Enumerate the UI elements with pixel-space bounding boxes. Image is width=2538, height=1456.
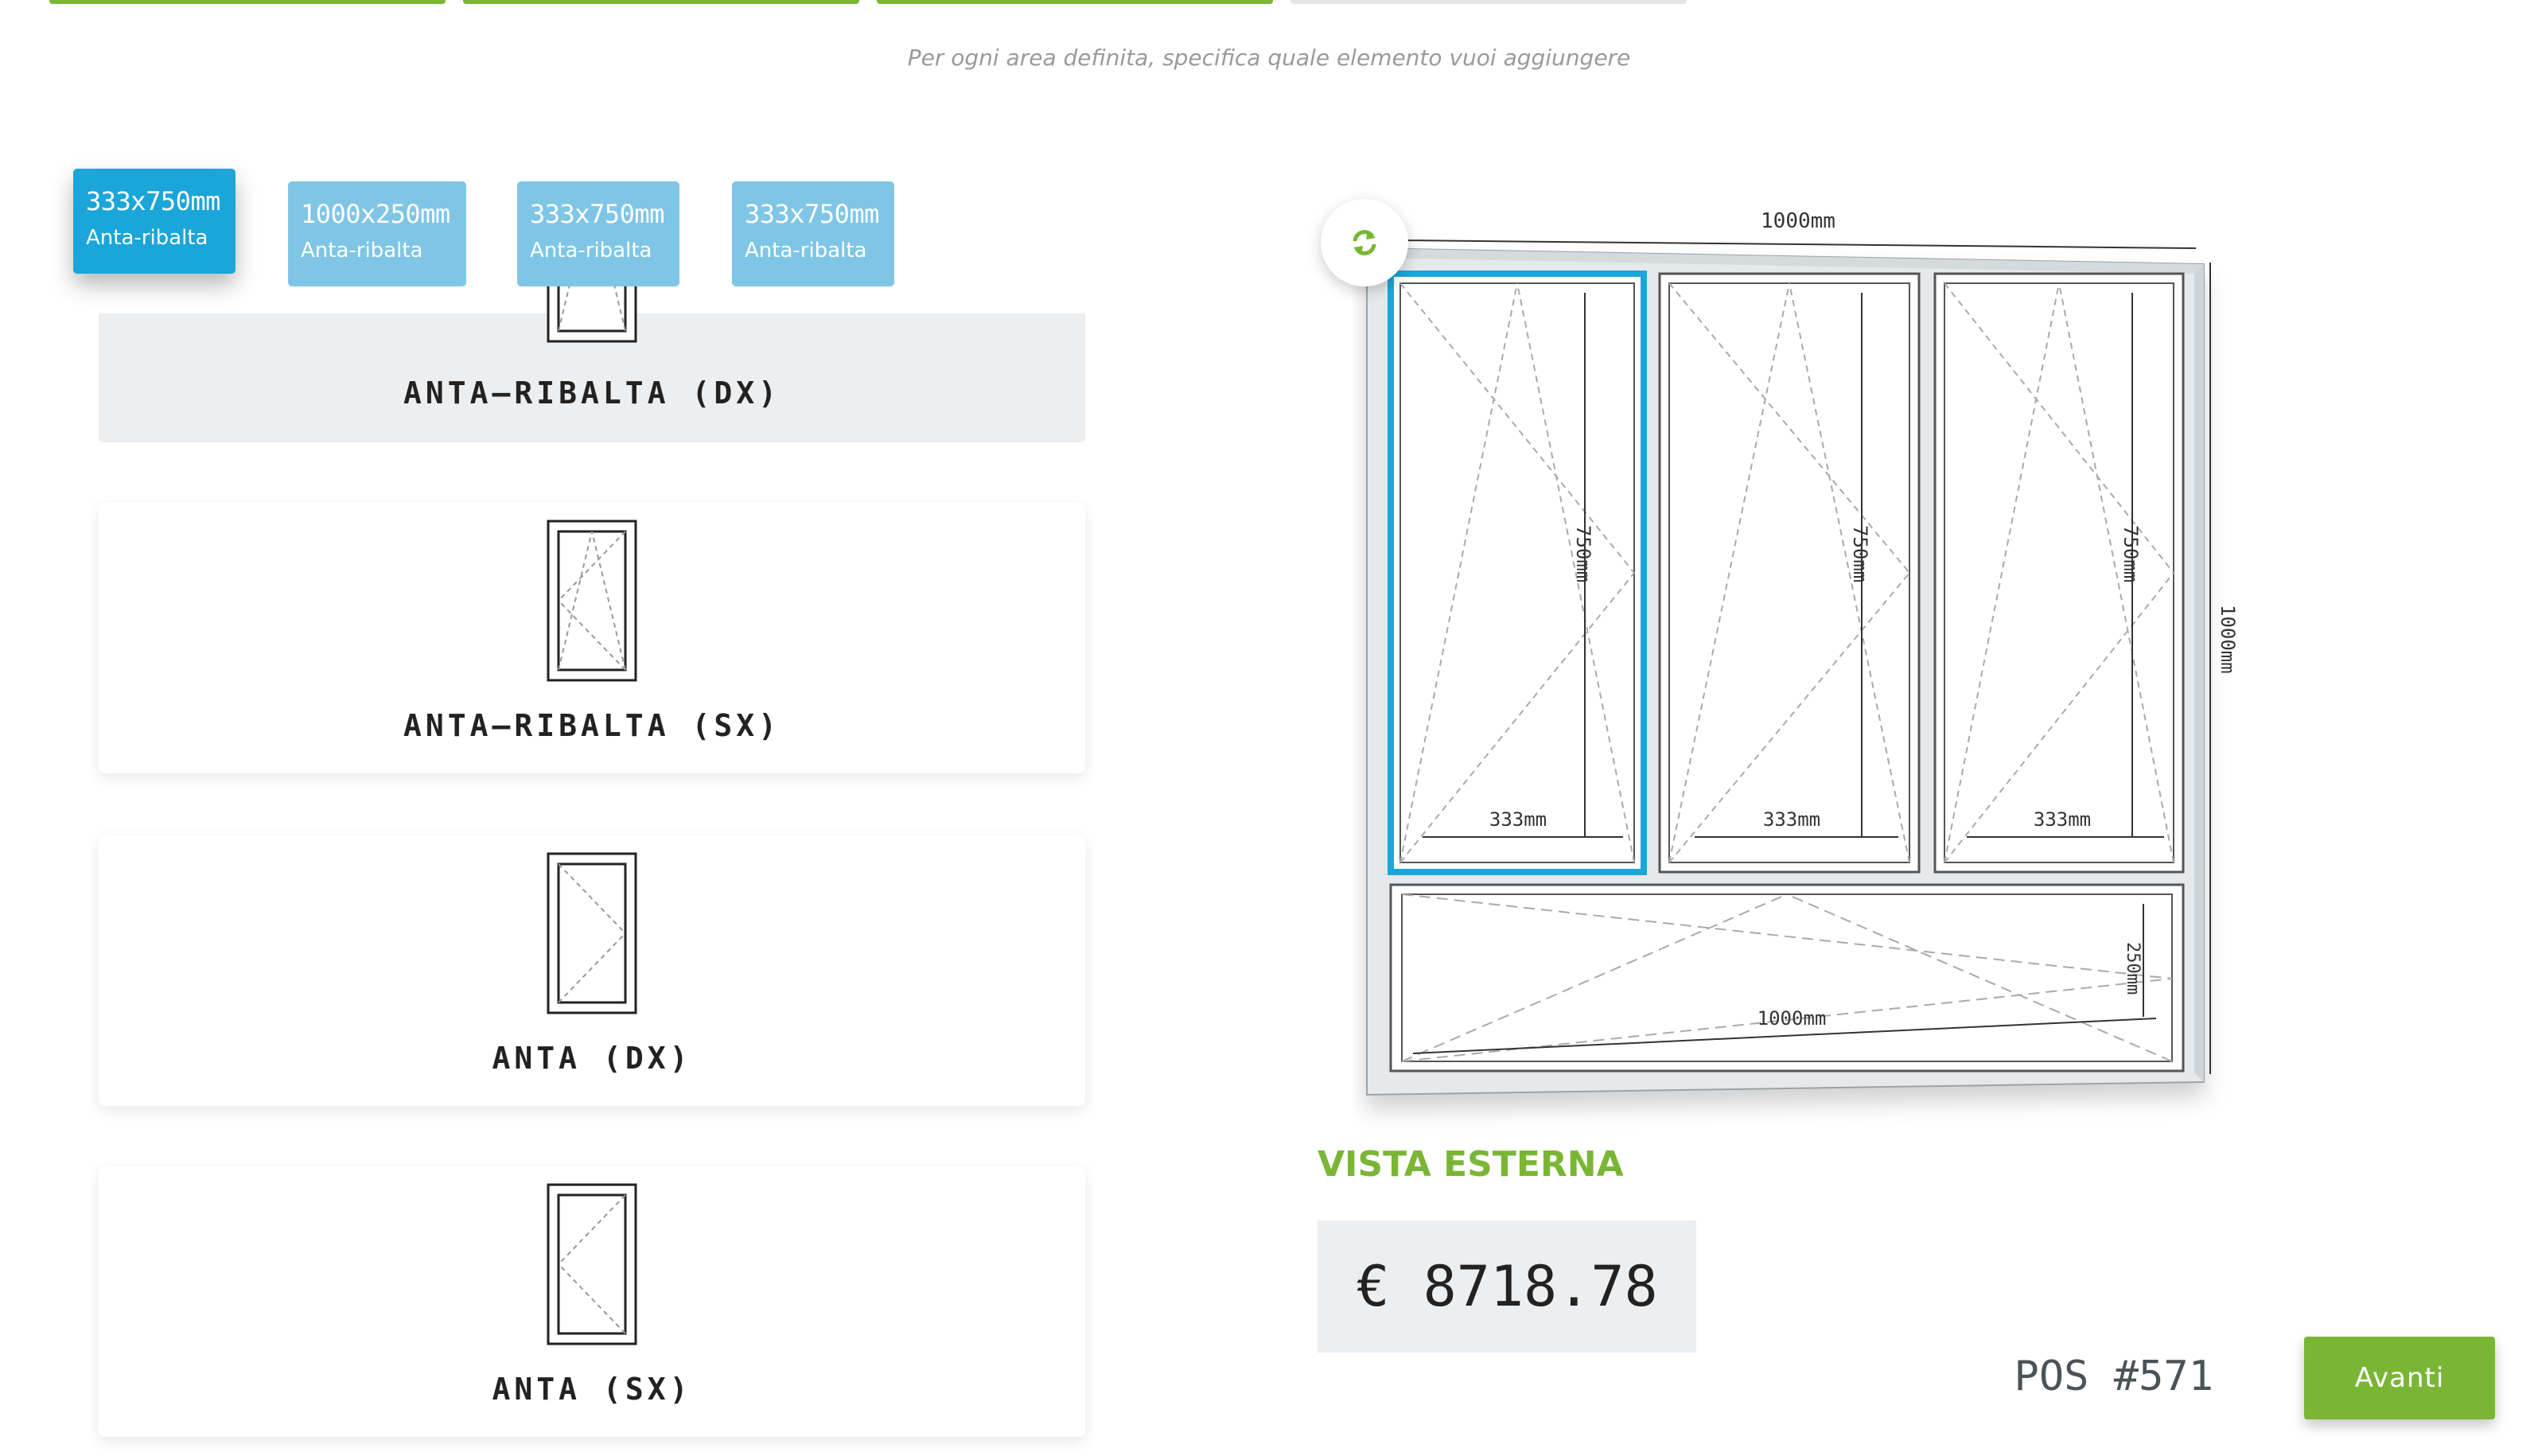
anta-sx-icon <box>547 1183 637 1345</box>
view-label: VISTA ESTERNA <box>1318 1144 1624 1185</box>
area-tab-type: Anta-ribalta <box>301 239 423 263</box>
area-tab-dimension: 333x750mm <box>86 186 220 216</box>
pane-height-label: 750mm <box>1572 525 1594 582</box>
anta-ribalta-sx-icon <box>547 520 637 682</box>
refresh-icon <box>1353 230 1376 255</box>
area-tab-type: Anta-ribalta <box>530 239 652 263</box>
window-preview: 1000mm 1000mm 333mm 750mm 333mm 750mm 33… <box>1366 209 2239 1096</box>
area-tab-dimension: 1000x250mm <box>301 199 450 229</box>
pane-height-label: 750mm <box>1849 525 1871 582</box>
total-width-label: 1000mm <box>1761 209 1835 233</box>
pane-width-label: 1000mm <box>1758 1007 1827 1030</box>
step-progress-1 <box>49 0 446 4</box>
next-button[interactable]: Avanti <box>2304 1337 2495 1419</box>
option-label: ANTA (DX) <box>492 1041 692 1076</box>
pane-2[interactable]: 333mm 750mm <box>1658 272 1921 874</box>
pane-height-label: 750mm <box>2120 525 2142 582</box>
pane-1[interactable]: 333mm 750mm <box>1388 271 1647 875</box>
anta-dx-icon <box>547 852 637 1014</box>
area-tab-dimension: 333x750mm <box>530 199 664 229</box>
option-anta-sx[interactable]: ANTA (SX) <box>99 1166 1085 1437</box>
area-tab-1[interactable]: 333x750mm Anta-ribalta <box>73 169 236 274</box>
option-label: ANTA–RIBALTA (DX) <box>403 376 780 411</box>
area-tab-type: Anta-ribalta <box>86 226 208 250</box>
refresh-button[interactable] <box>1321 199 1408 286</box>
area-tab-type: Anta-ribalta <box>745 239 867 263</box>
position-label: POS #571 <box>2014 1353 2213 1400</box>
anta-ribalta-dx-icon <box>547 286 637 343</box>
pane-width-label: 333mm <box>2034 808 2091 831</box>
instruction-hint: Per ogni area definita, specifica quale … <box>907 45 1631 71</box>
area-tab-2[interactable]: 1000x250mm Anta-ribalta <box>288 181 466 286</box>
option-anta-ribalta-dx[interactable]: ANTA–RIBALTA (DX) <box>99 286 1085 442</box>
step-progress-2 <box>463 0 859 4</box>
area-tab-dimension: 333x750mm <box>745 199 879 229</box>
total-height-label: 1000mm <box>2217 605 2239 674</box>
pane-bottom[interactable]: 1000mm 250mm <box>1389 883 2185 1073</box>
pane-3[interactable]: 333mm 750mm <box>1933 272 2185 874</box>
pane-width-label: 333mm <box>1763 808 1820 831</box>
price-display: € 8718.78 <box>1318 1220 1696 1353</box>
option-label: ANTA (SX) <box>492 1372 692 1407</box>
step-progress-4 <box>1290 0 1687 4</box>
option-anta-ribalta-sx[interactable]: ANTA–RIBALTA (SX) <box>99 503 1085 773</box>
option-anta-dx[interactable]: ANTA (DX) <box>99 835 1085 1106</box>
area-tab-3[interactable]: 333x750mm Anta-ribalta <box>517 181 679 286</box>
area-tab-4[interactable]: 333x750mm Anta-ribalta <box>732 181 894 286</box>
step-progress-3 <box>877 0 1273 4</box>
option-label: ANTA–RIBALTA (SX) <box>403 708 780 743</box>
pane-height-label: 250mm <box>2123 942 2143 995</box>
pane-width-label: 333mm <box>1489 808 1547 831</box>
